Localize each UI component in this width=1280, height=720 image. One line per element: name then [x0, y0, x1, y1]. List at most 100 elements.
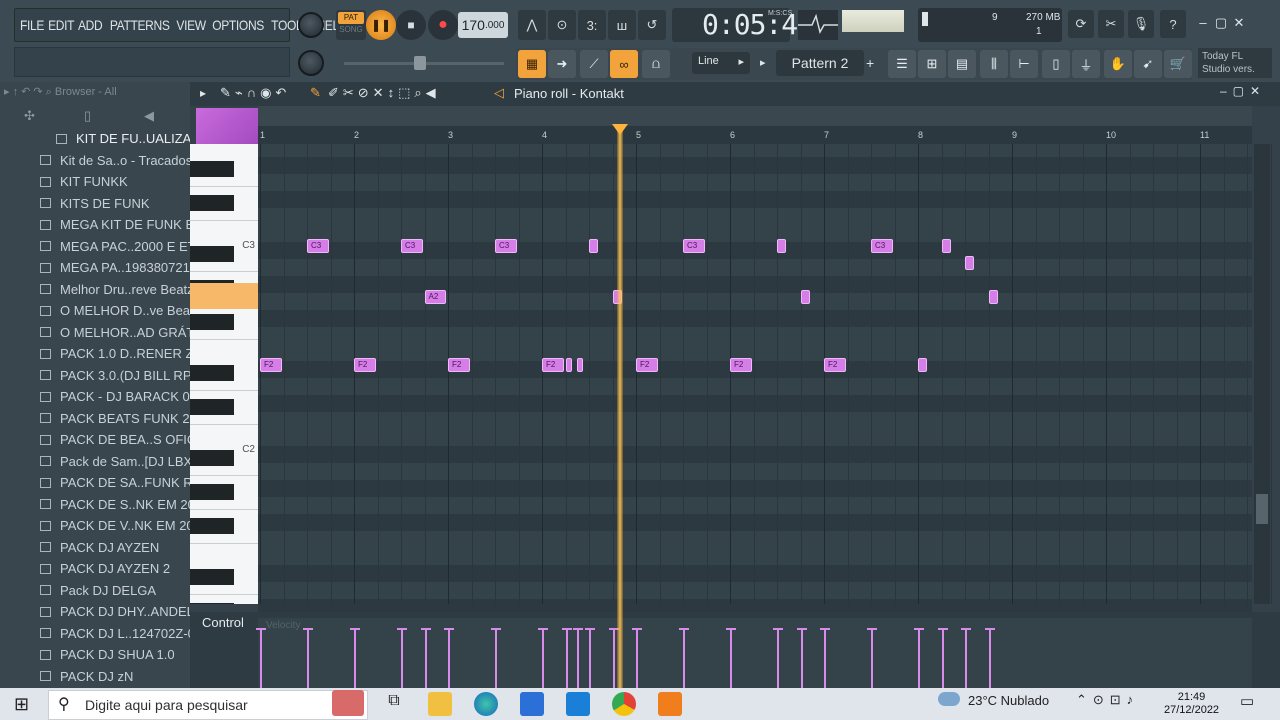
calendar-widget-icon[interactable] — [332, 690, 364, 716]
velocity-stem[interactable] — [871, 630, 873, 688]
main-slider-handle[interactable] — [414, 56, 426, 70]
browser-nav-icons[interactable]: ▸ ↑ ↶ ↷ ⌕ — [4, 86, 55, 98]
midi-note[interactable]: F2 — [824, 357, 846, 372]
mixer-button[interactable]: ⫼ — [980, 50, 1008, 78]
cpu-memory-panel[interactable]: 9 270 MB 1 — [918, 8, 1062, 42]
menu-view[interactable]: VIEW — [176, 17, 206, 33]
wait-input-button[interactable]: ⊙ — [548, 10, 576, 40]
velocity-stem[interactable] — [542, 630, 544, 688]
black-key[interactable] — [190, 314, 234, 330]
velocity-stem[interactable] — [777, 630, 779, 688]
step-edit-button[interactable]: ш — [608, 10, 636, 40]
black-key[interactable] — [190, 569, 234, 585]
velocity-stem[interactable] — [636, 630, 638, 688]
speaker-icon[interactable]: ◀ — [144, 108, 154, 124]
browser-folder-item[interactable]: PACK DE BEA..S OFICIAL — [0, 429, 190, 451]
black-key[interactable] — [190, 450, 234, 466]
edge-icon[interactable] — [474, 692, 498, 716]
browser-folder-item[interactable]: PACK DJ DHY..ANDELÃO — [0, 601, 190, 623]
taskbar-search[interactable]: Digite aqui para pesquisar — [48, 690, 368, 720]
velocity-stem[interactable] — [260, 630, 262, 688]
master-pitch-knob[interactable] — [298, 50, 324, 76]
record-button[interactable]: ● — [428, 10, 458, 40]
browser-folder-item[interactable]: PACK - DJ BARACK 061 — [0, 386, 190, 408]
black-key[interactable] — [190, 365, 234, 381]
black-key[interactable] — [190, 195, 234, 211]
playlist-button[interactable]: ☰ — [888, 50, 916, 78]
velocity-stem[interactable] — [424, 630, 427, 688]
midi-note[interactable] — [576, 357, 583, 372]
black-key[interactable] — [190, 399, 234, 415]
metronome-button[interactable]: ⋀ — [518, 10, 546, 40]
pattern-selector[interactable]: Pattern 2 — [776, 50, 864, 76]
velocity-stem[interactable] — [576, 630, 579, 688]
browser-folder-item[interactable]: PACK DJ AYZEN 2 — [0, 558, 190, 580]
menu-file[interactable]: FILE — [20, 17, 44, 33]
menu-edit[interactable]: EDIT — [48, 17, 74, 33]
pause-button[interactable]: ❚❚ — [366, 10, 396, 40]
piano-roll-window-controls[interactable]: –▢✕ — [1220, 84, 1266, 98]
vertical-scrollbar[interactable] — [1254, 144, 1270, 604]
microphone-button[interactable]: 🎙 — [1128, 10, 1154, 38]
mixer-tools-button[interactable]: ✂ — [1098, 10, 1124, 38]
velocity-stem[interactable] — [307, 630, 309, 688]
black-key[interactable] — [190, 518, 234, 534]
velocity-stem[interactable] — [612, 630, 615, 688]
browser-folder-item[interactable]: Pack de Sam..[DJ LBX] — [0, 451, 190, 473]
task-view-icon[interactable]: ⧉ — [382, 692, 406, 716]
add-pattern-button[interactable]: + — [866, 52, 880, 74]
midi-note[interactable] — [918, 357, 928, 372]
scroll-thumb[interactable] — [1256, 494, 1268, 524]
velocity-stem[interactable] — [824, 630, 826, 688]
midi-note[interactable] — [965, 255, 975, 270]
panic-button[interactable]: ⟳ — [1068, 10, 1094, 38]
browser-folder-item[interactable]: KIT DE FU..UALIZADO — [0, 128, 190, 150]
maximize-button[interactable]: ▢ — [1212, 14, 1230, 32]
midi-note[interactable] — [589, 238, 599, 253]
midi-note[interactable]: F2 — [448, 357, 470, 372]
midi-note[interactable]: F2 — [730, 357, 752, 372]
velocity-stem[interactable] — [565, 630, 568, 688]
notification-icon[interactable]: ▭ — [1240, 692, 1254, 710]
midi-note[interactable] — [941, 238, 951, 253]
midi-note[interactable]: F2 — [542, 357, 564, 372]
file-explorer-icon[interactable] — [428, 692, 452, 716]
stop-button[interactable]: ■ — [396, 10, 426, 40]
piano-roll-toggle[interactable]: ▦ — [518, 50, 546, 78]
black-key[interactable] — [190, 161, 234, 177]
browser-folder-item[interactable]: PACK DJ AYZEN — [0, 537, 190, 559]
velocity-stem[interactable] — [800, 630, 803, 688]
menu-options[interactable]: OPTIONS — [212, 17, 264, 33]
browser-folder-item[interactable]: PACK DJ zN — [0, 666, 190, 688]
browser-folder-item[interactable]: MEGA PAC..2000 E ETC — [0, 236, 190, 258]
edit-tools[interactable]: ✐✂⊘✕↕⬚⌕◀ — [328, 85, 440, 101]
minimize-button[interactable]: – — [1194, 14, 1212, 32]
channel-rack-button[interactable]: ▤ — [948, 50, 976, 78]
menu-patterns[interactable]: PATTERNS — [109, 17, 169, 33]
news-panel[interactable]: Today FL Studio vers. — [1198, 48, 1272, 78]
midi-note[interactable]: C3 — [495, 238, 517, 253]
browser-button[interactable]: ▯ — [1042, 50, 1070, 78]
time-ruler[interactable] — [258, 126, 1252, 144]
draw-tools[interactable]: ✎ — [310, 85, 325, 101]
browser-folder-item[interactable]: O MELHOR D..ve BeatZ — [0, 300, 190, 322]
midi-note[interactable] — [800, 289, 810, 304]
new-file-icon[interactable]: ▯ — [84, 108, 91, 124]
playhead-line[interactable] — [617, 126, 624, 688]
tempo-tapper-button[interactable]: ➹ — [1134, 50, 1162, 78]
pat-song-toggle[interactable]: PAT SONG — [336, 10, 366, 40]
piano-roll-menu-arrow[interactable]: ▸ — [200, 86, 206, 100]
velocity-stem[interactable] — [965, 630, 967, 688]
help-button[interactable]: ? — [1160, 10, 1186, 38]
loop-record-button[interactable]: ↺ — [638, 10, 666, 40]
velocity-stem[interactable] — [918, 630, 920, 688]
midi-note[interactable]: F2 — [354, 357, 376, 372]
midi-note[interactable] — [988, 289, 998, 304]
velocity-stem[interactable] — [401, 630, 403, 688]
midi-note[interactable]: F2 — [636, 357, 658, 372]
black-key[interactable] — [190, 484, 234, 500]
browser-folder-item[interactable]: KIT FUNKK — [0, 171, 190, 193]
overview-scrollbar[interactable] — [258, 106, 1252, 126]
midi-note[interactable]: A2 — [424, 289, 446, 304]
pattern-prev-arrow[interactable]: ▸ — [760, 52, 774, 74]
